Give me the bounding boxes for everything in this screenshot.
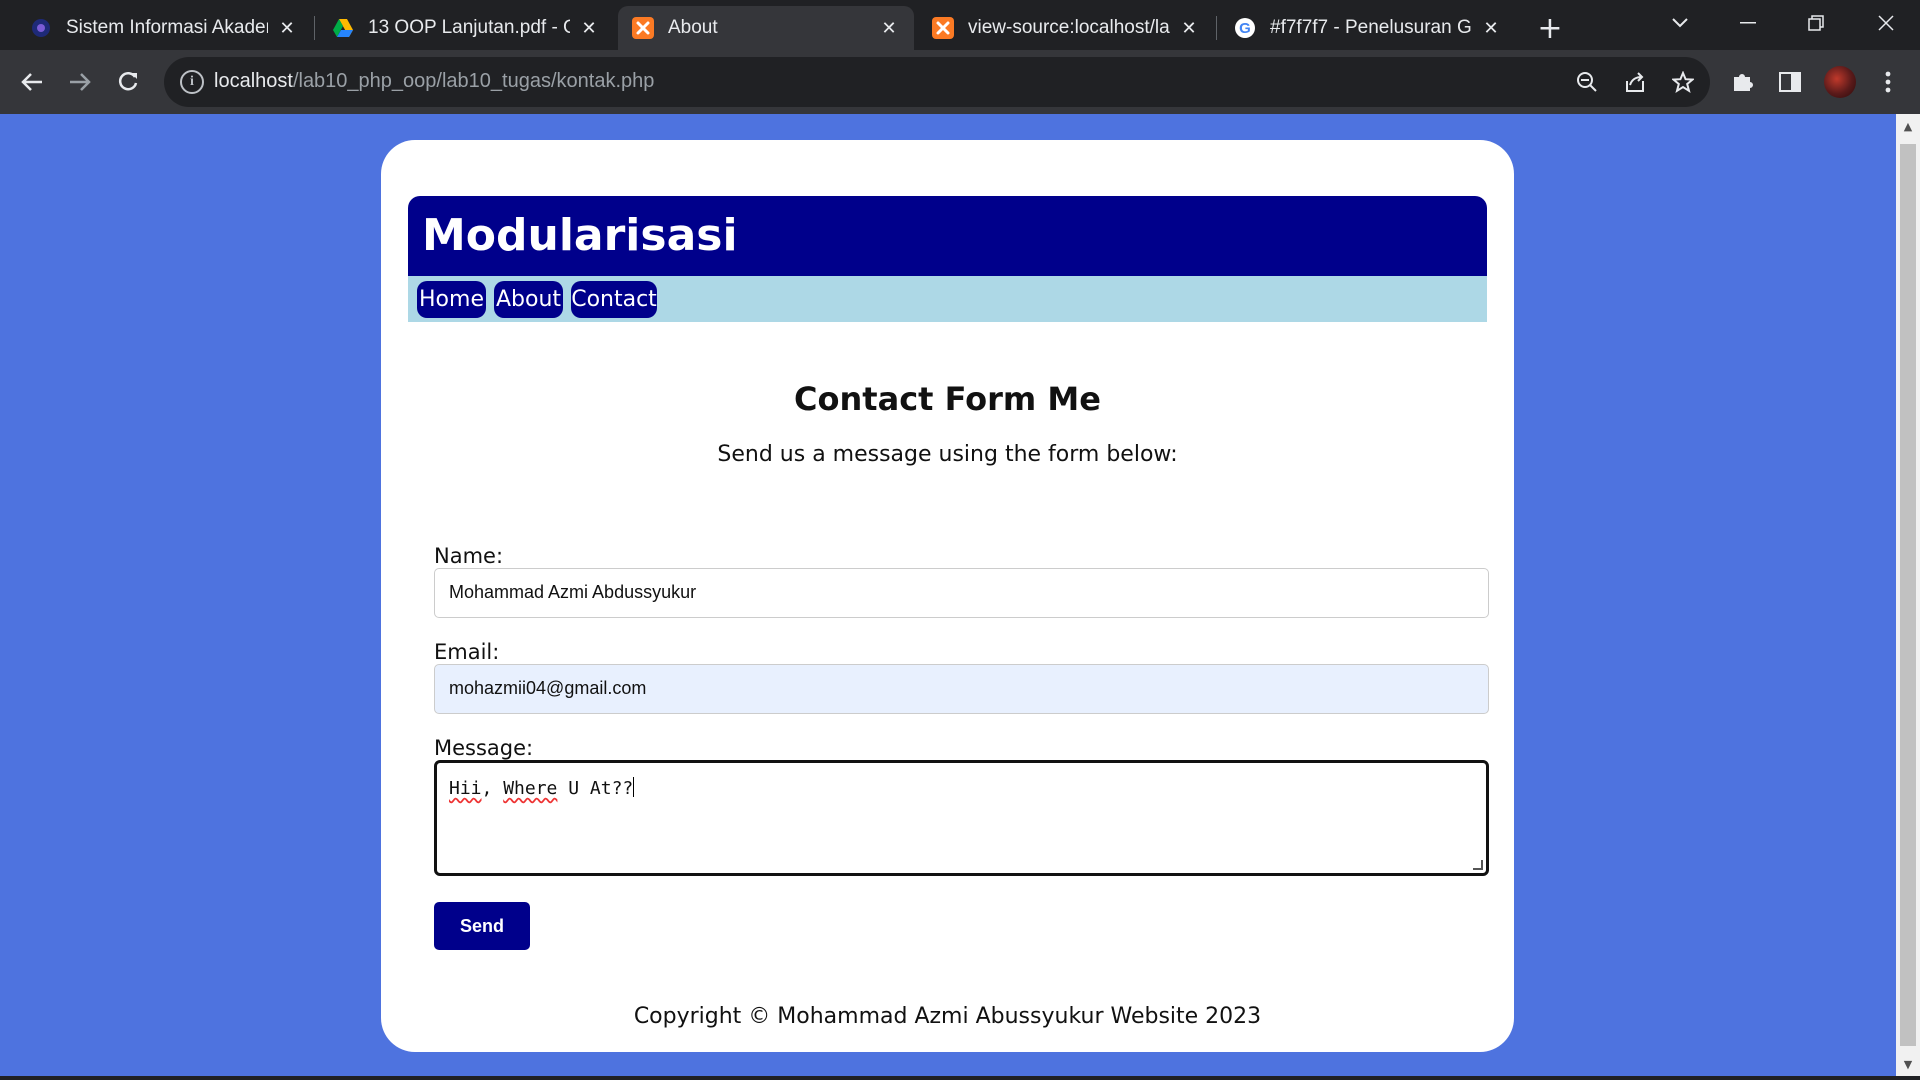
- message-text: ,: [481, 778, 504, 799]
- tab-separator: [314, 16, 315, 40]
- svg-text:G: G: [1239, 20, 1251, 37]
- window-bottom-border: [0, 1076, 1920, 1080]
- message-label: Message:: [434, 736, 534, 760]
- email-field[interactable]: mohazmii04@gmail.com: [434, 664, 1489, 714]
- forward-arrow-icon[interactable]: [60, 62, 100, 102]
- tab-oop-lanjutan[interactable]: 13 OOP Lanjutan.pdf - G ✕: [318, 6, 614, 50]
- tab-search-chevron-icon[interactable]: [1660, 6, 1700, 40]
- address-host: localhost: [214, 70, 293, 92]
- close-tab-icon[interactable]: ✕: [276, 17, 298, 39]
- page-scrollbar[interactable]: ▲ ▼: [1896, 114, 1920, 1076]
- tab-view-source[interactable]: view-source:localhost/lab ✕: [918, 6, 1214, 50]
- tab-title: Sistem Informasi Akadem: [66, 17, 268, 38]
- message-textarea[interactable]: Hii, Where U At??: [434, 760, 1489, 876]
- address-url[interactable]: localhost/lab10_php_oop/lab10_tugas/kont…: [214, 70, 654, 93]
- browser-menu-icon[interactable]: [1870, 64, 1906, 100]
- minimize-icon[interactable]: [1728, 6, 1768, 40]
- side-panel-icon[interactable]: [1772, 64, 1808, 100]
- close-tab-icon[interactable]: ✕: [1480, 17, 1502, 39]
- site-footer: Copyright © Mohammad Azmi Abussyukur Web…: [633, 1004, 1262, 1029]
- google-icon: G: [1234, 17, 1256, 39]
- tab-google-search[interactable]: G #f7f7f7 - Penelusuran Go ✕: [1220, 6, 1516, 50]
- site-info-icon[interactable]: i: [180, 70, 204, 94]
- scroll-down-arrow-icon[interactable]: ▼: [1896, 1052, 1920, 1076]
- xampp-icon: [932, 17, 954, 39]
- restore-icon[interactable]: [1796, 6, 1836, 40]
- message-word-misspelled: Hii: [449, 778, 482, 799]
- nav-contact-link[interactable]: Contact: [571, 281, 657, 318]
- resize-grip-icon[interactable]: [1473, 860, 1483, 870]
- name-field[interactable]: Mohammad Azmi Abdussyukur: [434, 568, 1489, 618]
- site-nav: Home About Contact: [408, 276, 1487, 322]
- page-viewport: Modularisasi Home About Contact Contact …: [0, 114, 1896, 1076]
- profile-avatar[interactable]: [1824, 66, 1856, 98]
- address-path: /lab10_php_oop/lab10_tugas/kontak.php: [292, 70, 655, 92]
- site-title: Modularisasi: [422, 210, 738, 261]
- message-word-misspelled: Where: [503, 778, 558, 799]
- scroll-up-arrow-icon[interactable]: ▲: [1896, 114, 1920, 138]
- browser-toolbar: i localhost/lab10_php_oop/lab10_tugas/ko…: [0, 50, 1920, 114]
- xampp-icon: [632, 17, 654, 39]
- zoom-out-icon[interactable]: [1574, 69, 1600, 95]
- close-tab-icon[interactable]: ✕: [578, 17, 600, 39]
- tab-strip: Sistem Informasi Akadem ✕ 13 OOP Lanjuta…: [0, 0, 1920, 50]
- name-label: Name:: [434, 544, 504, 568]
- tab-title: #f7f7f7 - Penelusuran Go: [1270, 17, 1472, 38]
- nav-about-link[interactable]: About: [494, 281, 563, 318]
- browser-chrome: Sistem Informasi Akadem ✕ 13 OOP Lanjuta…: [0, 0, 1920, 114]
- tab-title: 13 OOP Lanjutan.pdf - G: [368, 17, 570, 38]
- tab-separator: [1216, 16, 1217, 40]
- page-title: Contact Form Me: [794, 380, 1101, 418]
- tab-title: view-source:localhost/lab: [968, 17, 1170, 38]
- close-tab-icon[interactable]: ✕: [1178, 17, 1200, 39]
- university-logo-icon: [30, 17, 52, 39]
- close-window-icon[interactable]: [1866, 6, 1906, 40]
- back-arrow-icon[interactable]: [12, 62, 52, 102]
- site-header: Modularisasi: [408, 196, 1487, 276]
- content-card: Modularisasi Home About Contact Contact …: [381, 140, 1514, 1052]
- email-label: Email:: [434, 640, 500, 664]
- bookmark-star-icon[interactable]: [1670, 69, 1696, 95]
- message-text: U At??: [557, 778, 634, 799]
- text-caret: [633, 777, 635, 797]
- new-tab-button[interactable]: +: [1532, 10, 1568, 46]
- nav-home-link[interactable]: Home: [417, 281, 486, 318]
- extensions-puzzle-icon[interactable]: [1724, 64, 1760, 100]
- tab-about[interactable]: About ✕: [618, 6, 914, 50]
- scrollbar-thumb[interactable]: [1900, 144, 1916, 1046]
- google-drive-icon: [332, 17, 354, 39]
- tab-title: About: [668, 17, 718, 38]
- tab-sistem-informasi[interactable]: Sistem Informasi Akadem ✕: [16, 6, 312, 50]
- reload-icon[interactable]: [108, 62, 148, 102]
- close-tab-icon[interactable]: ✕: [878, 17, 900, 39]
- address-bar[interactable]: i localhost/lab10_php_oop/lab10_tugas/ko…: [164, 57, 1710, 107]
- send-button[interactable]: Send: [434, 902, 530, 950]
- page-subtitle: Send us a message using the form below:: [717, 442, 1178, 467]
- share-icon[interactable]: [1622, 69, 1648, 95]
